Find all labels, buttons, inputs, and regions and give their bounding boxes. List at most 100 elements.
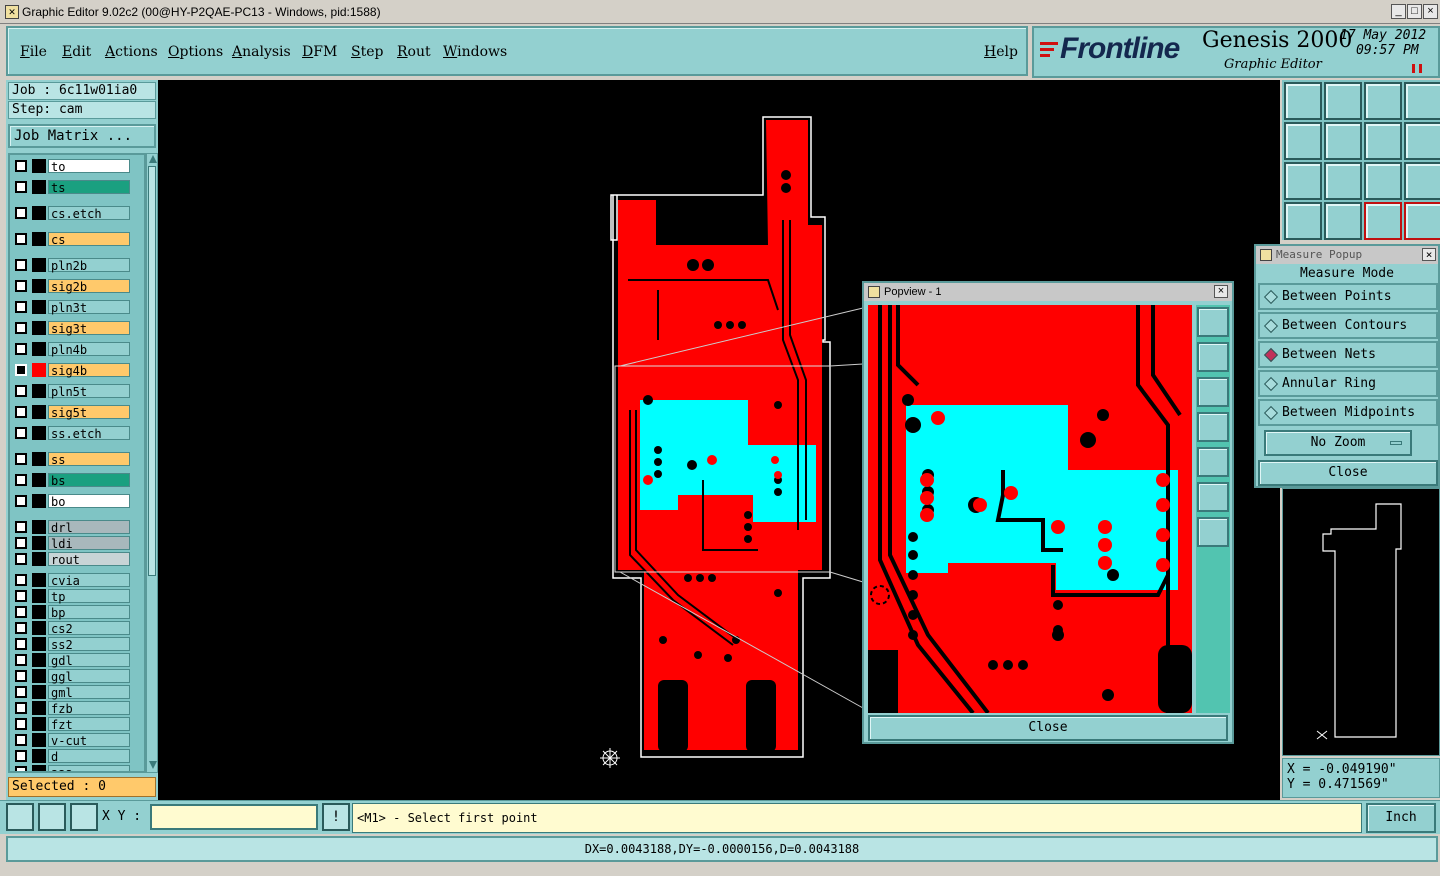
layer-checkbox[interactable] xyxy=(15,702,27,714)
menu-actions[interactable]: Actions xyxy=(105,44,158,60)
measure-icon[interactable] xyxy=(1324,202,1362,240)
scroll-down-icon[interactable] xyxy=(149,761,157,769)
pan-left-icon[interactable] xyxy=(1284,122,1322,160)
layer-row-ss2[interactable]: ss2 xyxy=(12,637,130,652)
maximize-button[interactable]: □ xyxy=(1407,4,1422,19)
help-icon[interactable] xyxy=(1404,162,1440,200)
layer-checkbox[interactable] xyxy=(15,670,27,682)
measure-between-points[interactable]: Between Points xyxy=(1258,283,1438,310)
layer-row-fzb[interactable]: fzb xyxy=(12,701,130,716)
layer-checkbox[interactable] xyxy=(15,259,27,271)
menu-options[interactable]: Options xyxy=(168,44,223,60)
layer-row-ss[interactable]: ss xyxy=(12,452,130,467)
overview-map[interactable] xyxy=(1282,488,1440,756)
layer-row-ggl[interactable]: ggl xyxy=(12,669,130,684)
layer-row-tp[interactable]: tp xyxy=(12,589,130,604)
layer-checkbox[interactable] xyxy=(15,654,27,666)
layer-row-cs2[interactable]: cs2 xyxy=(12,621,130,636)
window-split-icon[interactable] xyxy=(1404,82,1440,120)
zoom-center-icon[interactable] xyxy=(1324,162,1362,200)
layer-row-sig4b[interactable]: sig4b xyxy=(12,363,130,378)
layer-row-fzt[interactable]: fzt xyxy=(12,717,130,732)
layer-row-sig5t[interactable]: sig5t xyxy=(12,405,130,420)
popview-close-button[interactable]: Close xyxy=(868,715,1228,741)
popview-pan-down-button[interactable] xyxy=(1197,377,1229,407)
layer-checkbox[interactable] xyxy=(15,406,27,418)
menu-help[interactable]: Help xyxy=(984,44,1018,60)
layer-row-d[interactable]: d xyxy=(12,749,130,764)
measure-close-button[interactable]: Close xyxy=(1258,460,1438,486)
layer-checkbox[interactable] xyxy=(15,181,27,193)
layer-checkbox[interactable] xyxy=(15,537,27,549)
pan-right-icon[interactable] xyxy=(1324,122,1362,160)
menu-analysis[interactable]: Analysis xyxy=(232,44,291,60)
layer-row-pln2b[interactable]: pln2b xyxy=(12,258,130,273)
layer-row-ss.etch[interactable]: ss.etch xyxy=(12,426,130,441)
select-mode-icon[interactable] xyxy=(6,803,34,831)
layer-row-pln4b[interactable]: pln4b xyxy=(12,342,130,357)
layer-checkbox[interactable] xyxy=(15,766,27,771)
edit-mode-icon[interactable] xyxy=(38,803,66,831)
layer-checkbox[interactable] xyxy=(15,233,27,245)
redraw-icon[interactable] xyxy=(1364,122,1402,160)
scroll-thumb[interactable] xyxy=(148,166,156,576)
net-icon[interactable] xyxy=(1364,202,1402,240)
layer-row-ldi[interactable]: ldi xyxy=(12,536,130,551)
popview-zoom-out-button[interactable] xyxy=(1197,517,1229,547)
popview-pan-right-button[interactable] xyxy=(1197,447,1229,477)
layer-checkbox[interactable] xyxy=(15,160,27,172)
measure-between-midpoints[interactable]: Between Midpoints xyxy=(1258,399,1438,426)
layer-row-pln5t[interactable]: pln5t xyxy=(12,384,130,399)
grid-icon[interactable] xyxy=(70,803,98,831)
layer-row-gml[interactable]: gml xyxy=(12,685,130,700)
menu-rout[interactable]: Rout xyxy=(397,44,431,60)
popview-zoom-home-button[interactable] xyxy=(1197,307,1229,337)
measure-annular-ring[interactable]: Annular Ring xyxy=(1258,370,1438,397)
menu-windows[interactable]: Windows xyxy=(443,44,507,60)
layer-checkbox[interactable] xyxy=(15,385,27,397)
layer-checkbox[interactable] xyxy=(15,364,27,376)
layer-checkbox[interactable] xyxy=(15,750,27,762)
layer-row-ts[interactable]: ts xyxy=(12,180,130,195)
scale-1-2-icon[interactable] xyxy=(1364,162,1402,200)
layer-checkbox[interactable] xyxy=(15,521,27,533)
scroll-up-icon[interactable] xyxy=(149,155,157,163)
layer-checkbox[interactable] xyxy=(15,718,27,730)
layer-row-rout[interactable]: rout xyxy=(12,552,130,567)
layer-row-aaa[interactable]: aaa xyxy=(12,765,130,771)
popview-close-icon[interactable]: × xyxy=(1214,285,1228,298)
layer-scrollbar[interactable] xyxy=(146,153,158,773)
popview-canvas[interactable] xyxy=(868,305,1192,713)
pan-down-icon[interactable] xyxy=(1324,82,1362,120)
zoom-fit-icon[interactable] xyxy=(1284,162,1322,200)
layer-row-cs.etch[interactable]: cs.etch xyxy=(12,206,130,221)
layer-checkbox[interactable] xyxy=(15,474,27,486)
layer-checkbox[interactable] xyxy=(15,280,27,292)
layer-row-bs[interactable]: bs xyxy=(12,473,130,488)
layer-row-cvia[interactable]: cvia xyxy=(12,573,130,588)
layer-checkbox[interactable] xyxy=(15,495,27,507)
pan-up-icon[interactable] xyxy=(1284,82,1322,120)
home-icon[interactable] xyxy=(1364,82,1402,120)
tools-icon[interactable] xyxy=(1284,202,1322,240)
job-matrix-button[interactable]: Job Matrix ... xyxy=(8,124,156,148)
layer-row-bp[interactable]: bp xyxy=(12,605,130,620)
layer-checkbox[interactable] xyxy=(15,686,27,698)
menu-step[interactable]: Step xyxy=(351,44,383,60)
popview-pan-up-button[interactable] xyxy=(1197,342,1229,372)
measure-close-icon[interactable]: × xyxy=(1422,248,1436,261)
layer-row-cs[interactable]: cs xyxy=(12,232,130,247)
layer-checkbox[interactable] xyxy=(15,734,27,746)
layer-checkbox[interactable] xyxy=(15,606,27,618)
measure-between-nets[interactable]: Between Nets xyxy=(1258,341,1438,368)
layer-checkbox[interactable] xyxy=(15,638,27,650)
layer-row-sig3t[interactable]: sig3t xyxy=(12,321,130,336)
close-button[interactable]: × xyxy=(1423,4,1438,19)
layer-row-v-cut[interactable]: v-cut xyxy=(12,733,130,748)
units-dropdown[interactable]: Inch xyxy=(1366,803,1436,833)
layer-checkbox[interactable] xyxy=(15,207,27,219)
zoom-mode-dropdown[interactable]: No Zoom xyxy=(1264,430,1412,456)
net-compare-icon[interactable] xyxy=(1404,202,1440,240)
layer-checkbox[interactable] xyxy=(15,453,27,465)
measure-between-contours[interactable]: Between Contours xyxy=(1258,312,1438,339)
